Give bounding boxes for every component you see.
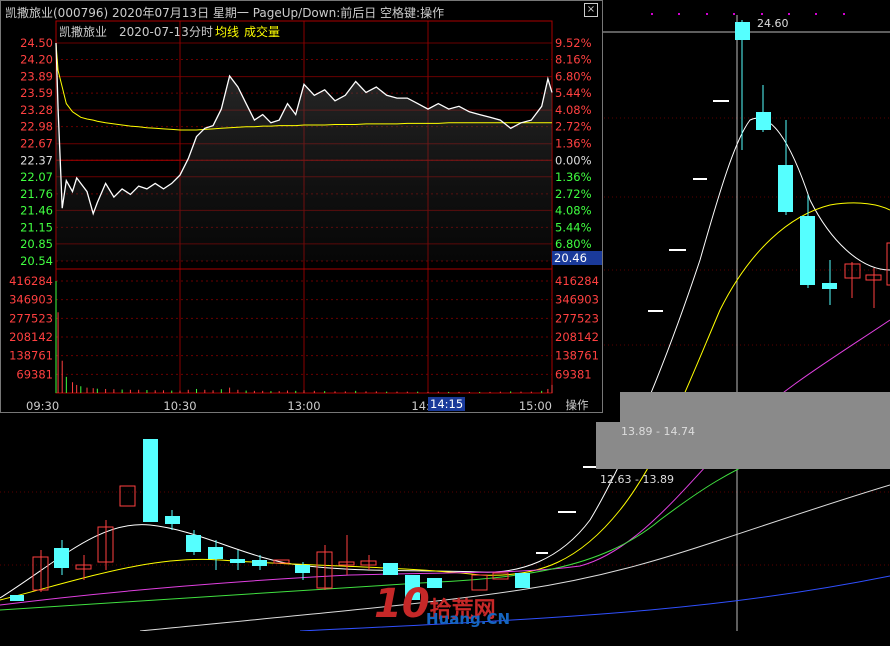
intraday-chart: 凯撒旅业 2020-07-13 分时 均线 成交量 24.50 24.20 23.8… (9, 20, 599, 413)
price-tick: 22.07 (20, 170, 53, 184)
price-tick: 21.76 (20, 187, 53, 201)
vol-tick-left: 138761 (9, 349, 53, 363)
vol-tick-right: 346903 (555, 293, 599, 307)
pct-tick: 4.08% (555, 203, 592, 217)
vol-tick-right: 416284 (555, 274, 599, 288)
vol-tick-left: 208142 (9, 330, 53, 344)
chart-avg-legend: 均线 (215, 25, 239, 39)
pct-tick: 9.52% (555, 36, 592, 50)
zone-label-upper: 13.89 - 14.74 (621, 425, 695, 438)
vol-tick-right: 208142 (555, 330, 599, 344)
chart-mode: 分时 (189, 25, 213, 39)
price-tick: 24.50 (20, 36, 53, 50)
pct-axis: 9.52% 8.16% 6.80% 5.44% 4.08% 2.72% 1.36% 0.00%… (555, 36, 592, 251)
pct-tick: 2.72% (555, 187, 592, 201)
vol-tick-left: 277523 (9, 311, 53, 325)
zone-label-lower: 12.63 - 13.89 (600, 473, 674, 486)
price-tick: 22.37 (20, 153, 53, 167)
vol-tick-right: 69381 (555, 367, 592, 381)
chart-vol-legend: 成交量 (244, 24, 280, 39)
resistance-zone-upper (620, 392, 890, 422)
time-tick: 10:30 (163, 399, 196, 413)
time-tick: 15:00 (519, 399, 552, 413)
dots-top (651, 13, 845, 15)
price-tick: 22.67 (20, 137, 53, 151)
price-tick: 21.46 (20, 203, 53, 217)
vol-tick-left: 69381 (16, 367, 53, 381)
watermark-number: 10 (374, 581, 430, 627)
price-tick: 23.59 (20, 86, 53, 100)
time-tick: 13:00 (287, 399, 320, 413)
pct-tick: 1.36% (555, 170, 592, 184)
vol-tick-left: 346903 (9, 293, 53, 307)
price-tick: 20.85 (20, 237, 53, 251)
pct-tick: 5.44% (555, 220, 592, 234)
vol-tick-right: 138761 (555, 349, 599, 363)
pct-tick: 2.72% (555, 120, 592, 134)
top-price-label: 24.60 (757, 17, 789, 30)
pct-tick: 0.00% (555, 153, 592, 167)
vol-tick-right: 277523 (555, 311, 599, 325)
pct-tick: 5.44% (555, 86, 592, 100)
operate-button[interactable]: 操作 (552, 397, 602, 412)
pct-tick: 8.16% (555, 53, 592, 67)
current-time-tag: 14:15 (428, 397, 466, 411)
watermark-url: Huang.CN (426, 610, 511, 628)
price-tick: 22.98 (20, 120, 53, 134)
price-tick: 24.20 (20, 53, 53, 67)
pct-tick: 1.36% (555, 137, 592, 151)
pct-tick: 6.80% (555, 70, 592, 84)
vol-tick-left: 416284 (9, 274, 53, 288)
time-axis: 09:3010:3013:0014:0015:00 (26, 399, 552, 413)
price-tick: 21.15 (20, 220, 53, 234)
price-axis: 24.50 24.20 23.89 23.59 23.28 22.98 22.67 22.37… (20, 36, 53, 268)
price-tick: 23.89 (20, 70, 53, 84)
time-tick: 09:30 (26, 399, 59, 413)
pct-tick: 6.80% (555, 237, 592, 251)
pct-tick: 4.08% (555, 103, 592, 117)
current-price-tag: 20.46 (552, 251, 602, 265)
price-tick: 20.54 (20, 254, 53, 268)
chart-stock-name: 凯撒旅业 (59, 24, 107, 39)
price-tick: 23.28 (20, 103, 53, 117)
watermark: 10拾荒网 Huang.CN (374, 581, 510, 646)
intraday-popup[interactable]: 凯撒旅业(000796) 2020年07月13日 星期一 PageUp/Down… (0, 0, 603, 413)
chart-date: 2020-07-13 (119, 25, 189, 39)
